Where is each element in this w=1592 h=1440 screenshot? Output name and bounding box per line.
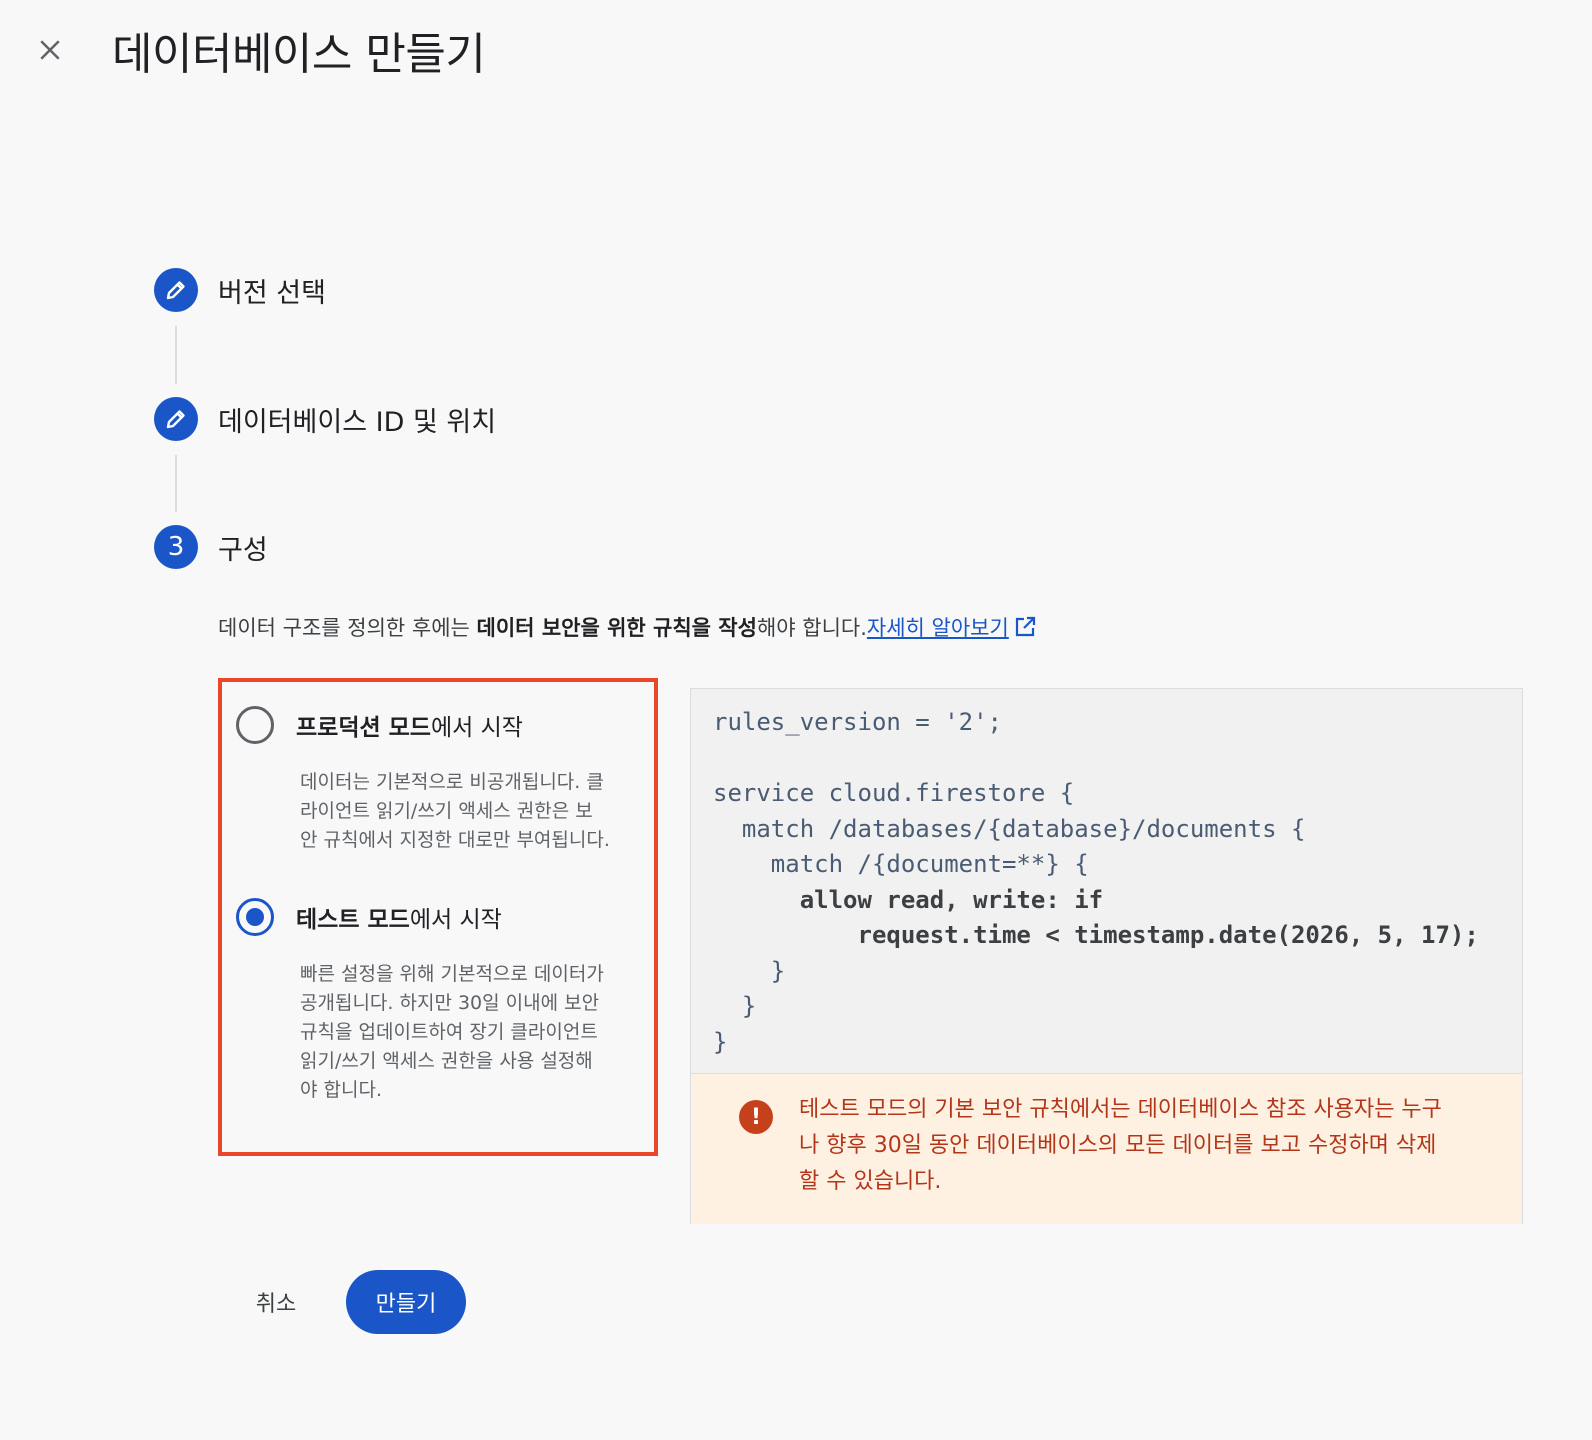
radio-focus-halo	[221, 883, 291, 953]
security-mode-options: 프로덕션 모드에서 시작 데이터는 기본적으로 비공개됩니다. 클 라이언트 읽…	[218, 678, 658, 1156]
warning-text: 테스트 모드의 기본 보안 규칙에서는 데이터베이스 참조 사용자는 누구 나 …	[799, 1092, 1489, 1200]
warning-line: 할 수 있습니다.	[799, 1169, 942, 1194]
close-icon	[40, 40, 60, 60]
desc-line: 규칙을 업데이트하여 장기 클라이언트	[300, 1021, 598, 1043]
rules-description: 데이터 구조를 정의한 후에는 데이터 보안을 위한 규칙을 작성해야 합니다.…	[218, 612, 1037, 642]
pencil-icon	[166, 410, 185, 429]
code-line: }	[713, 1027, 728, 1056]
code-line: }	[713, 956, 786, 985]
pencil-icon	[166, 281, 185, 300]
alert-icon: !	[739, 1100, 773, 1134]
desc-suffix: 해야 합니다.	[756, 616, 867, 640]
desc-prefix: 데이터 구조를 정의한 후에는	[218, 616, 477, 640]
code-line: request.time < timestamp.date(2026, 5, 1…	[713, 918, 1479, 954]
rules-code: rules_version = '2'; service cloud.fires…	[713, 705, 1479, 1060]
step-circle	[154, 397, 198, 441]
option-title-bold: 프로덕션 모드	[296, 715, 431, 741]
code-line-bold: allow read, write: if	[713, 885, 1104, 914]
step-label: 버전 선택	[218, 277, 326, 309]
step-number: 3	[154, 525, 198, 569]
rules-preview-panel: rules_version = '2'; service cloud.fires…	[690, 688, 1523, 1224]
code-line: }	[713, 992, 757, 1020]
desc-line: 안 규칙에서 지정한 대로만 부여됩니다.	[300, 829, 610, 851]
external-link-icon[interactable]	[1013, 615, 1037, 639]
step-circle	[154, 268, 198, 312]
step-version[interactable]: 버전 선택	[154, 268, 326, 312]
step-label: 데이터베이스 ID 및 위치	[218, 406, 497, 438]
code-line: match /databases/{database}/documents {	[713, 814, 1306, 843]
desc-bold: 데이터 보안을 위한 규칙을 작성	[476, 616, 757, 640]
test-mode-warning: ! 테스트 모드의 기본 보안 규칙에서는 데이터베이스 참조 사용자는 누구 …	[691, 1073, 1522, 1224]
step-label: 구성	[218, 534, 268, 566]
option-title-rest: 에서 시작	[409, 907, 502, 933]
page-title: 데이터베이스 만들기	[112, 29, 486, 80]
desc-line: 빠른 설정을 위해 기본적으로 데이터가	[300, 963, 604, 985]
close-button[interactable]	[30, 30, 70, 70]
learn-more-link[interactable]: 자세히 알아보기	[867, 616, 1009, 640]
cancel-button[interactable]: 취소	[236, 1272, 316, 1332]
step-database-id-location[interactable]: 데이터베이스 ID 및 위치	[154, 397, 496, 441]
step-connector	[175, 326, 177, 384]
desc-line: 라이언트 읽기/쓰기 액세스 권한은 보	[300, 800, 593, 822]
desc-line: 야 합니다.	[300, 1079, 382, 1101]
desc-line: 읽기/쓰기 액세스 권한을 사용 설정해	[300, 1050, 593, 1072]
code-line-bold: request.time < timestamp.date(2026, 5, 1…	[713, 921, 1479, 949]
desc-line: 공개됩니다. 하지만 30일 이내에 보안	[300, 992, 600, 1014]
code-line: allow read, write: if	[713, 883, 1479, 919]
option-title: 프로덕션 모드에서 시작	[296, 708, 523, 742]
option-title: 테스트 모드에서 시작	[296, 900, 502, 934]
test-mode-option[interactable]: 테스트 모드에서 시작	[221, 883, 502, 953]
create-database-dialog: 데이터베이스 만들기 버전 선택 데이터베이스 ID 및 위치 3 구성 데이터…	[0, 0, 1592, 1440]
test-mode-radio[interactable]	[221, 883, 291, 953]
code-line: service cloud.firestore {	[713, 779, 1075, 807]
step-connector	[175, 455, 177, 512]
code-line: match /{document=**} {	[713, 850, 1089, 878]
code-line: rules_version = '2';	[713, 708, 1002, 736]
warning-line: 테스트 모드의 기본 보안 규칙에서는 데이터베이스 참조 사용자는 누구	[799, 1097, 1442, 1122]
test-mode-description: 빠른 설정을 위해 기본적으로 데이터가 공개됩니다. 하지만 30일 이내에 …	[300, 960, 630, 1105]
create-button[interactable]: 만들기	[346, 1270, 466, 1334]
warning-line: 나 향후 30일 동안 데이터베이스의 모든 데이터를 보고 수정하며 삭제	[799, 1133, 1437, 1158]
option-title-bold: 테스트 모드	[296, 907, 410, 933]
step-configure: 3 구성	[154, 525, 268, 569]
production-mode-radio[interactable]	[236, 706, 274, 744]
desc-line: 데이터는 기본적으로 비공개됩니다. 클	[300, 771, 604, 793]
production-mode-description: 데이터는 기본적으로 비공개됩니다. 클 라이언트 읽기/쓰기 액세스 권한은 …	[300, 768, 630, 855]
option-title-rest: 에서 시작	[430, 715, 523, 741]
production-mode-option[interactable]: 프로덕션 모드에서 시작	[236, 706, 523, 744]
